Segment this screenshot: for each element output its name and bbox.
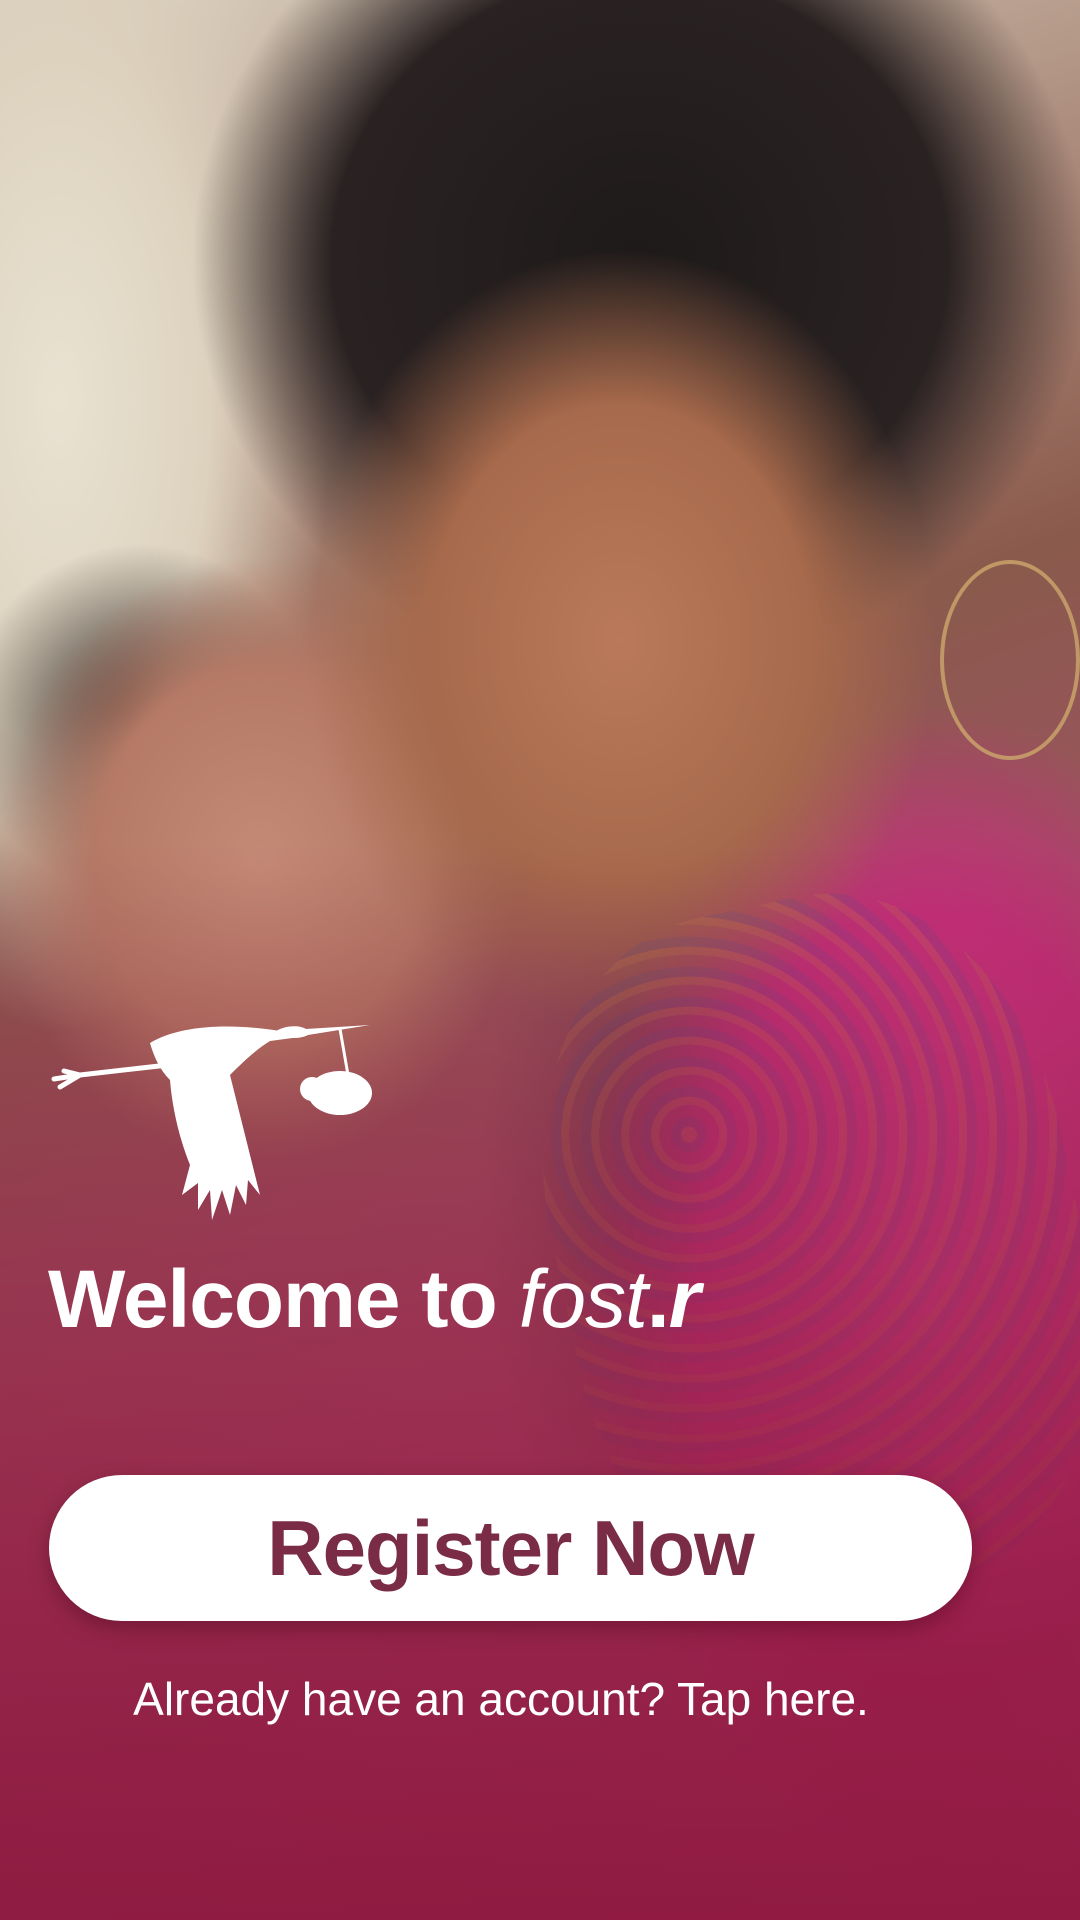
- register-now-button[interactable]: Register Now: [49, 1475, 972, 1621]
- brand-name-end: r: [668, 1254, 701, 1345]
- brand-name-italic: fost: [518, 1254, 648, 1345]
- stork-logo-icon: [51, 1025, 372, 1220]
- welcome-prefix: Welcome to: [48, 1254, 498, 1345]
- login-link[interactable]: Already have an account? Tap here.: [0, 1672, 1002, 1726]
- brand-name: fost.r: [518, 1254, 701, 1345]
- register-now-label: Register Now: [267, 1503, 754, 1592]
- brand-name-dot: .: [646, 1254, 670, 1345]
- welcome-content: Welcome to fost.r Register Now Already ha…: [0, 0, 1080, 1920]
- welcome-heading: Welcome to fost.r: [48, 1250, 701, 1350]
- welcome-screen: Welcome to fost.r Register Now Already ha…: [0, 0, 1080, 1920]
